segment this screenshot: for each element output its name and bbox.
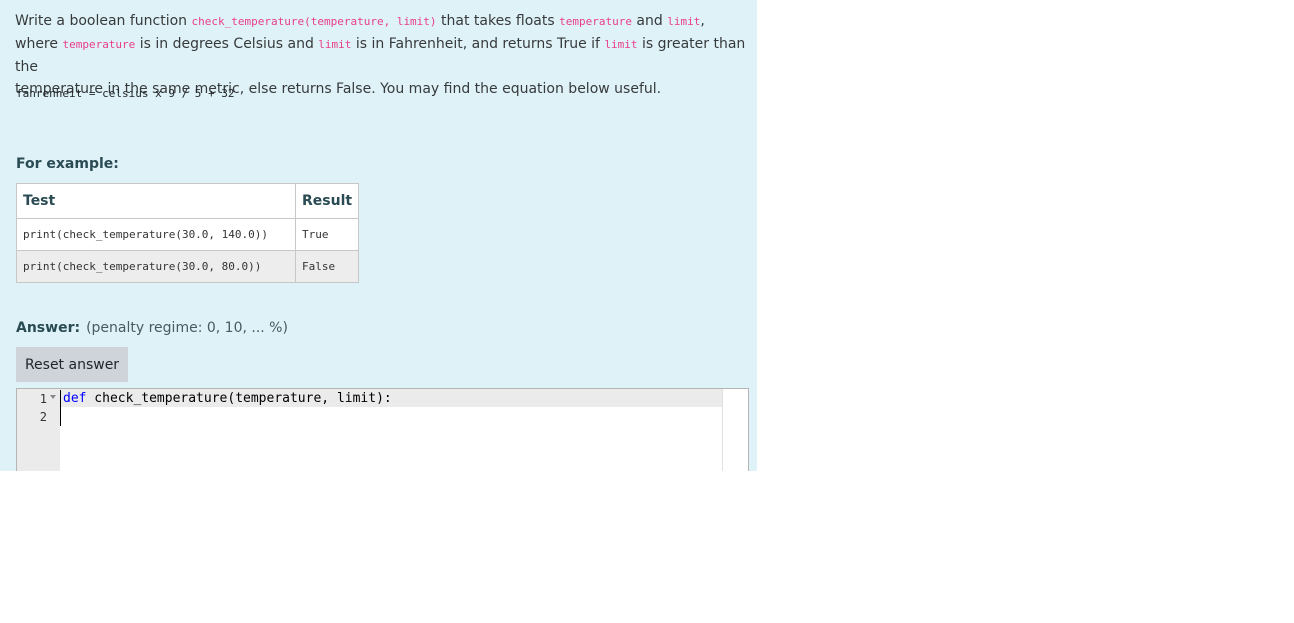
function-signature-code: check_temperature(temperature, limit) [191,15,437,28]
editor-gutter: 1 2 [17,389,60,471]
question-text-part: that takes floats [436,13,560,29]
examples-heading: For example: [16,156,119,172]
question-text-part: Write a boolean function [15,13,192,29]
examples-header-row: Test Result [16,183,360,219]
question-text-part: , [700,13,705,29]
test-cell: print(check_temperature(30.0, 80.0)) [16,250,296,283]
conversion-formula: fahrenheit = celsius x 9 / 5 + 32 [16,87,235,100]
question-text-part: where [15,36,63,52]
reset-answer-button[interactable]: Reset answer [16,347,128,382]
answer-label: Answer: [16,320,81,336]
limit-arg-code: limit [667,15,701,28]
table-row: print(check_temperature(30.0, 140.0)) Tr… [16,218,360,251]
question-text-part: is in degrees Celsius and [135,36,319,52]
temperature-arg-code: temperature [559,15,632,28]
column-header-result: Result [294,183,360,219]
answer-line: Answer: (penalty regime: 0, 10, ... %) [16,320,288,336]
keyword-token: def [63,391,87,406]
test-cell: print(check_temperature(30.0, 140.0)) [16,218,296,251]
code-token: check_temperature(temperature, limit): [86,391,392,406]
temperature-arg-code: temperature [62,38,136,51]
penalty-regime: (penalty regime: 0, 10, ... %) [86,320,288,336]
print-margin [722,389,723,471]
line-number: 2 [39,410,47,424]
examples-table: Test Result print(check_temperature(30.0… [16,183,360,283]
result-cell: False [294,250,360,283]
column-header-test: Test [16,183,296,219]
result-cell: True [294,218,360,251]
question-panel: Write a boolean function check_temperatu… [0,0,757,471]
code-line-1[interactable]: def check_temperature(temperature, limit… [63,390,392,408]
question-text-part: is in Fahrenheit, and returns True if [351,36,605,52]
limit-arg-code: limit [318,38,352,51]
table-row: print(check_temperature(30.0, 80.0)) Fal… [16,250,360,283]
fold-arrow-icon[interactable] [50,395,56,399]
text-cursor [60,390,61,426]
question-text-part: and [631,13,668,29]
line-number: 1 [39,392,47,406]
code-editor[interactable]: 1 2 def check_temperature(temperature, l… [16,388,749,471]
limit-arg-code: limit [604,38,638,51]
